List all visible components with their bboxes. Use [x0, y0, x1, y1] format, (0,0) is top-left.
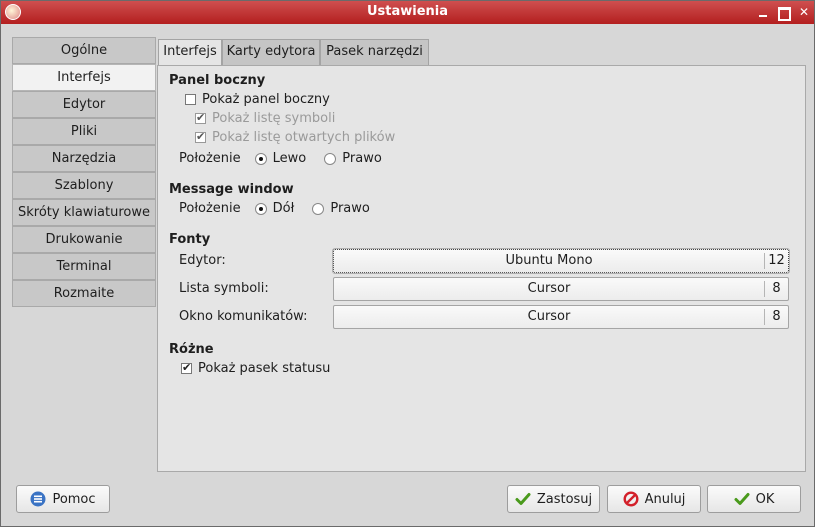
help-button[interactable]: Pomoc — [16, 485, 110, 513]
radio-left[interactable] — [254, 152, 267, 165]
sidebar: Ogólne Interfejs Edytor Pliki Narzędzia … — [12, 37, 156, 307]
cancel-button-label: Anuluj — [644, 491, 686, 507]
sidebar-item-printing[interactable]: Drukowanie — [12, 226, 156, 253]
messages-font-button[interactable]: Cursor 8 — [333, 305, 789, 329]
radio-right[interactable] — [324, 152, 337, 165]
radio-right[interactable] — [312, 202, 325, 215]
preferences-window: Ustawienia ✕ Ogólne Interfejs Edytor Pli… — [0, 0, 815, 527]
show-sidebar-label: Pokaż panel boczny — [202, 92, 330, 107]
checkbox-box[interactable] — [195, 130, 206, 143]
fonts-section-title: Fonty — [169, 232, 211, 247]
sidebar-item-terminal[interactable]: Terminal — [12, 253, 156, 280]
help-button-label: Pomoc — [52, 491, 96, 507]
window-title: Ustawienia — [366, 4, 449, 19]
sidebar-item-templates[interactable]: Szablony — [12, 172, 156, 199]
minimize-icon[interactable] — [756, 5, 770, 19]
sidebar-item-misc[interactable]: Rozmaite — [12, 280, 156, 307]
messages-font-label: Okno komunikatów: — [179, 309, 308, 324]
sidebar-item-editor[interactable]: Edytor — [12, 91, 156, 118]
show-symbols-checkbox[interactable]: Pokaż listę symboli — [195, 111, 335, 126]
tab-toolbar[interactable]: Pasek narzędzi — [320, 39, 429, 65]
checkbox-box[interactable] — [185, 94, 196, 105]
message-position-row: Położenie Dół Prawo — [179, 201, 370, 216]
close-icon[interactable]: ✕ — [797, 5, 811, 19]
show-statusbar-label: Pokaż pasek statusu — [198, 361, 331, 376]
tab-interface[interactable]: Interfejs — [158, 39, 222, 66]
sidebar-position-label: Położenie — [179, 151, 241, 166]
radio-bottom[interactable] — [254, 202, 267, 215]
symbols-font-label: Lista symboli: — [179, 281, 269, 296]
maximize-icon[interactable] — [776, 5, 791, 21]
editor-font-size: 12 — [764, 253, 788, 269]
radio-bottom-label[interactable]: Dół — [273, 201, 295, 216]
message-window-section-title: Message window — [169, 182, 294, 197]
show-symbols-label: Pokaż listę symboli — [212, 111, 336, 126]
apply-button-label: Zastosuj — [536, 491, 593, 507]
sidebar-item-tools[interactable]: Narzędzia — [12, 145, 156, 172]
sidebar-position-row: Położenie Lewo Prawo — [179, 151, 382, 166]
symbols-font-size: 8 — [764, 281, 788, 297]
sidebar-section-title: Panel boczny — [169, 73, 266, 88]
radio-left-label[interactable]: Lewo — [273, 151, 307, 166]
sidebar-item-general[interactable]: Ogólne — [12, 37, 156, 64]
show-statusbar-checkbox[interactable]: Pokaż pasek statusu — [181, 361, 330, 376]
editor-font-button[interactable]: Ubuntu Mono 12 — [332, 248, 790, 274]
cancel-icon — [623, 491, 639, 507]
radio-right-label[interactable]: Prawo — [342, 151, 382, 166]
editor-font-name: Ubuntu Mono — [505, 253, 593, 268]
radio-right-label[interactable]: Prawo — [330, 201, 370, 216]
title-bar[interactable]: Ustawienia ✕ — [1, 1, 814, 24]
apply-button[interactable]: Zastosuj — [507, 485, 600, 513]
editor-font-label: Edytor: — [179, 253, 226, 268]
cancel-button[interactable]: Anuluj — [607, 485, 701, 513]
sidebar-item-interface[interactable]: Interfejs — [12, 64, 156, 91]
checkbox-box[interactable] — [181, 361, 192, 374]
symbols-font-name: Cursor — [527, 281, 571, 296]
ok-button-label: OK — [755, 491, 775, 507]
sidebar-item-files[interactable]: Pliki — [12, 118, 156, 145]
checkmark-icon — [734, 491, 750, 507]
ok-button[interactable]: OK — [707, 485, 801, 513]
message-position-label: Położenie — [179, 201, 241, 216]
messages-font-name: Cursor — [527, 309, 571, 324]
checkbox-box[interactable] — [195, 111, 206, 124]
show-open-files-checkbox[interactable]: Pokaż listę otwartych plików — [195, 130, 395, 145]
messages-font-size: 8 — [764, 309, 788, 325]
sidebar-item-keybindings[interactable]: Skróty klawiaturowe — [12, 199, 156, 226]
misc-section-title: Różne — [169, 342, 214, 357]
symbols-font-button[interactable]: Cursor 8 — [333, 277, 789, 301]
show-sidebar-checkbox[interactable]: Pokaż panel boczny — [185, 92, 330, 107]
help-icon — [30, 491, 46, 507]
tab-editor-tabs[interactable]: Karty edytora — [222, 39, 320, 65]
checkmark-icon — [515, 491, 531, 507]
tab-panel-interface: Panel boczny Pokaż panel boczny Pokaż li… — [157, 65, 806, 472]
show-open-files-label: Pokaż listę otwartych plików — [212, 130, 396, 145]
